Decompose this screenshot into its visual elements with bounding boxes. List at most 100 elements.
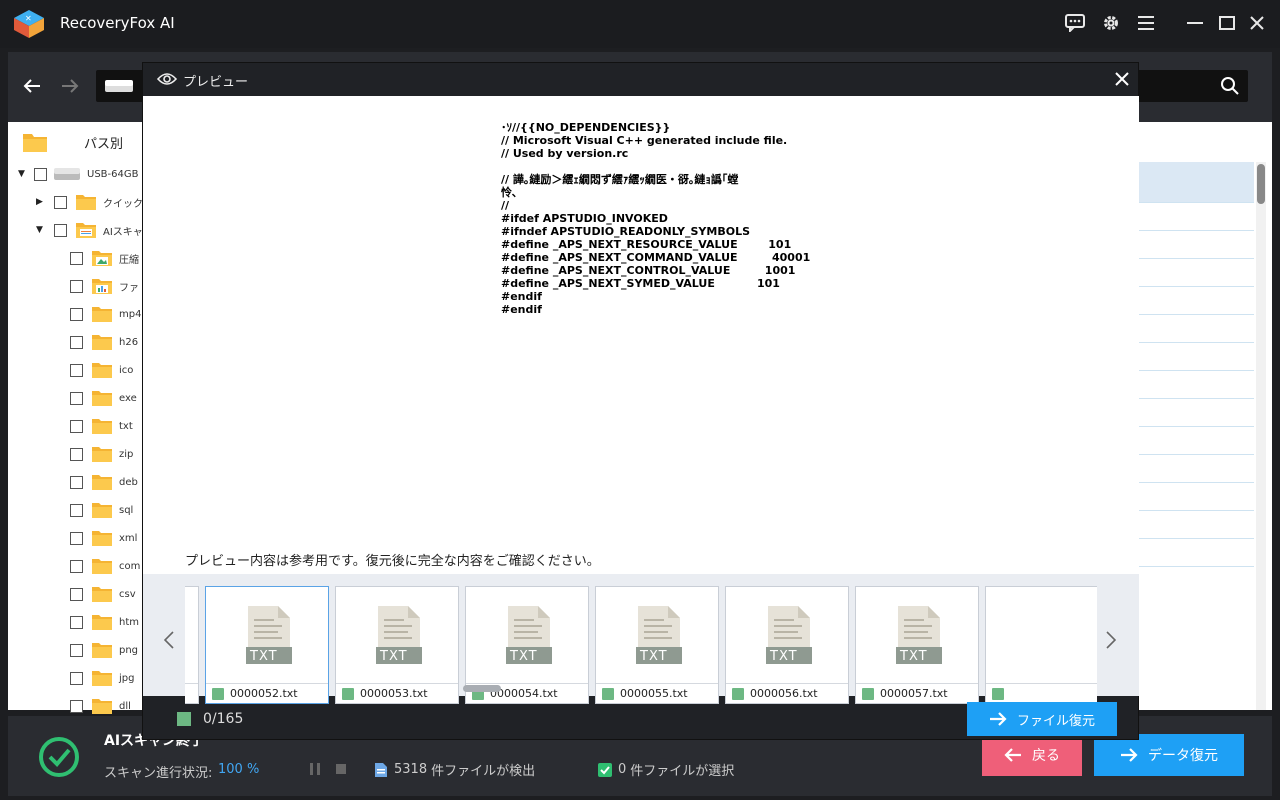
tree-item[interactable]: xml xyxy=(70,524,137,552)
search-input[interactable] xyxy=(1128,70,1248,102)
chevron-right-icon[interactable] xyxy=(1101,628,1121,652)
tree-item[interactable]: htm xyxy=(70,608,139,636)
data-recover-button[interactable]: データ復元 xyxy=(1094,734,1244,776)
maximize-icon[interactable] xyxy=(1214,10,1240,36)
check-circle-icon xyxy=(39,737,79,777)
tree-item[interactable]: ico xyxy=(70,356,133,384)
checkbox[interactable] xyxy=(70,531,83,545)
file-thumbnail[interactable]: TXT 0000057.txt xyxy=(855,586,979,704)
checkbox[interactable] xyxy=(54,223,67,237)
pause-icon[interactable] xyxy=(308,762,322,776)
tree-item[interactable]: zip xyxy=(70,440,133,468)
file-recover-button[interactable]: ファイル復元 xyxy=(967,702,1117,736)
checkbox[interactable] xyxy=(70,335,83,349)
back-button-label: 戻る xyxy=(1032,748,1060,764)
search-icon[interactable] xyxy=(1220,76,1240,96)
checkbox[interactable] xyxy=(70,587,83,601)
tree-item-label: com xyxy=(119,560,141,572)
tree-item-label: exe xyxy=(119,392,137,404)
minimize-icon[interactable] xyxy=(1182,10,1208,36)
tree-item-label: h26 xyxy=(119,336,139,348)
checkbox[interactable] xyxy=(70,615,83,629)
checkbox[interactable] xyxy=(54,195,67,209)
thumbnails: TXT0000051.txt TXT0000052.txt TXT0000053… xyxy=(185,584,1097,706)
tree-item[interactable]: mp4 xyxy=(70,300,141,328)
checkbox[interactable] xyxy=(70,279,83,293)
checkbox[interactable] xyxy=(70,643,83,657)
feedback-icon[interactable] xyxy=(1062,10,1088,36)
caret-right-icon[interactable]: ▶ xyxy=(36,197,46,207)
checkbox[interactable] xyxy=(70,699,83,713)
row-divider xyxy=(1138,510,1254,511)
code-line: // xyxy=(501,199,510,212)
tree-item[interactable]: png xyxy=(70,636,138,664)
tree-item[interactable]: com xyxy=(70,552,140,580)
close-icon[interactable] xyxy=(1244,10,1270,36)
checkbox[interactable] xyxy=(34,167,47,181)
tree-drive-row[interactable]: ▼ USB-64GB xyxy=(18,160,138,188)
folder-icon xyxy=(92,419,112,434)
folder-icon xyxy=(92,447,112,462)
chevron-left-icon[interactable] xyxy=(159,628,179,652)
selected-row[interactable] xyxy=(1138,162,1254,202)
stop-icon[interactable] xyxy=(334,762,348,776)
title-bar: ✕ RecoveryFox AI xyxy=(0,0,1280,48)
caret-down-icon[interactable]: ▼ xyxy=(18,169,28,179)
scroll-thumb[interactable] xyxy=(1257,164,1265,204)
menu-icon[interactable] xyxy=(1133,10,1159,36)
folder-icon xyxy=(92,559,112,574)
checked-box-icon xyxy=(598,762,612,777)
file-thumbnail[interactable]: TXT 0000052.txt xyxy=(205,586,329,704)
checkbox[interactable] xyxy=(70,559,83,573)
file-thumbnail[interactable]: TXT 0000055.txt xyxy=(595,586,719,704)
selection-count: 0/165 xyxy=(203,711,244,727)
checkbox[interactable] xyxy=(70,363,83,377)
checkbox[interactable] xyxy=(70,475,83,489)
checkbox[interactable] xyxy=(70,503,83,517)
preview-footer: 0/165 ファイル復元 xyxy=(143,698,1140,740)
code-line: #ifdef APSTUDIO_INVOKED xyxy=(501,212,668,225)
horizontal-scroll-thumb[interactable] xyxy=(463,685,501,692)
tree-item[interactable]: h26 xyxy=(70,328,138,356)
tree-item-label: zip xyxy=(119,448,134,460)
checkbox[interactable] xyxy=(70,251,83,265)
tree-item[interactable]: 圧縮 xyxy=(70,244,139,272)
preview-note: プレビュー内容は参考用です。復元後に完全な内容をご確認ください。 xyxy=(185,554,600,569)
checkbox[interactable] xyxy=(70,391,83,405)
tree-item[interactable]: ▶ クイック xyxy=(36,188,143,216)
checkbox[interactable] xyxy=(70,307,83,321)
vertical-scrollbar[interactable] xyxy=(1256,162,1266,710)
gear-icon[interactable] xyxy=(1098,10,1124,36)
tree-item-label: png xyxy=(119,644,139,656)
file-thumbnail[interactable]: TXT 0000056.txt xyxy=(725,586,849,704)
tree-item[interactable]: txt xyxy=(70,412,133,440)
file-thumbnail[interactable]: TXT 0000053.txt xyxy=(335,586,459,704)
preview-header: プレビュー xyxy=(143,63,1140,97)
tree-item[interactable]: exe xyxy=(70,384,137,412)
file-thumbnail[interactable]: TXT0000051.txt xyxy=(185,586,199,704)
row-divider xyxy=(1138,314,1254,315)
folder-icon xyxy=(92,671,112,686)
select-all-checkbox[interactable] xyxy=(177,712,191,726)
tree-item[interactable]: jpg xyxy=(70,664,134,692)
file-ext-label: TXT xyxy=(510,649,538,664)
tree-item[interactable]: sql xyxy=(70,496,133,524)
code-line: #define _APS_NEXT_COMMAND_VALUE 40001 xyxy=(501,251,811,264)
caret-down-icon[interactable]: ▼ xyxy=(36,225,46,235)
tree-item[interactable]: ファ xyxy=(70,272,139,300)
drive-icon xyxy=(54,168,80,180)
back-button[interactable]: 戻る xyxy=(982,734,1082,776)
file-thumbnail[interactable] xyxy=(985,586,1097,704)
close-preview-icon[interactable] xyxy=(1111,67,1133,91)
tree-item[interactable]: ▼ AIスキャ xyxy=(36,216,143,244)
tree-item[interactable]: csv xyxy=(70,580,136,608)
checkbox[interactable] xyxy=(70,671,83,685)
forward-arrow-icon[interactable] xyxy=(56,72,84,100)
back-arrow-icon[interactable] xyxy=(18,72,46,100)
checkbox[interactable] xyxy=(70,447,83,461)
tree-item-label: ファ xyxy=(119,282,139,294)
checkbox[interactable] xyxy=(70,419,83,433)
tree-item[interactable]: deb xyxy=(70,468,138,496)
drive-icon xyxy=(105,80,133,92)
folder-icon xyxy=(92,587,112,602)
